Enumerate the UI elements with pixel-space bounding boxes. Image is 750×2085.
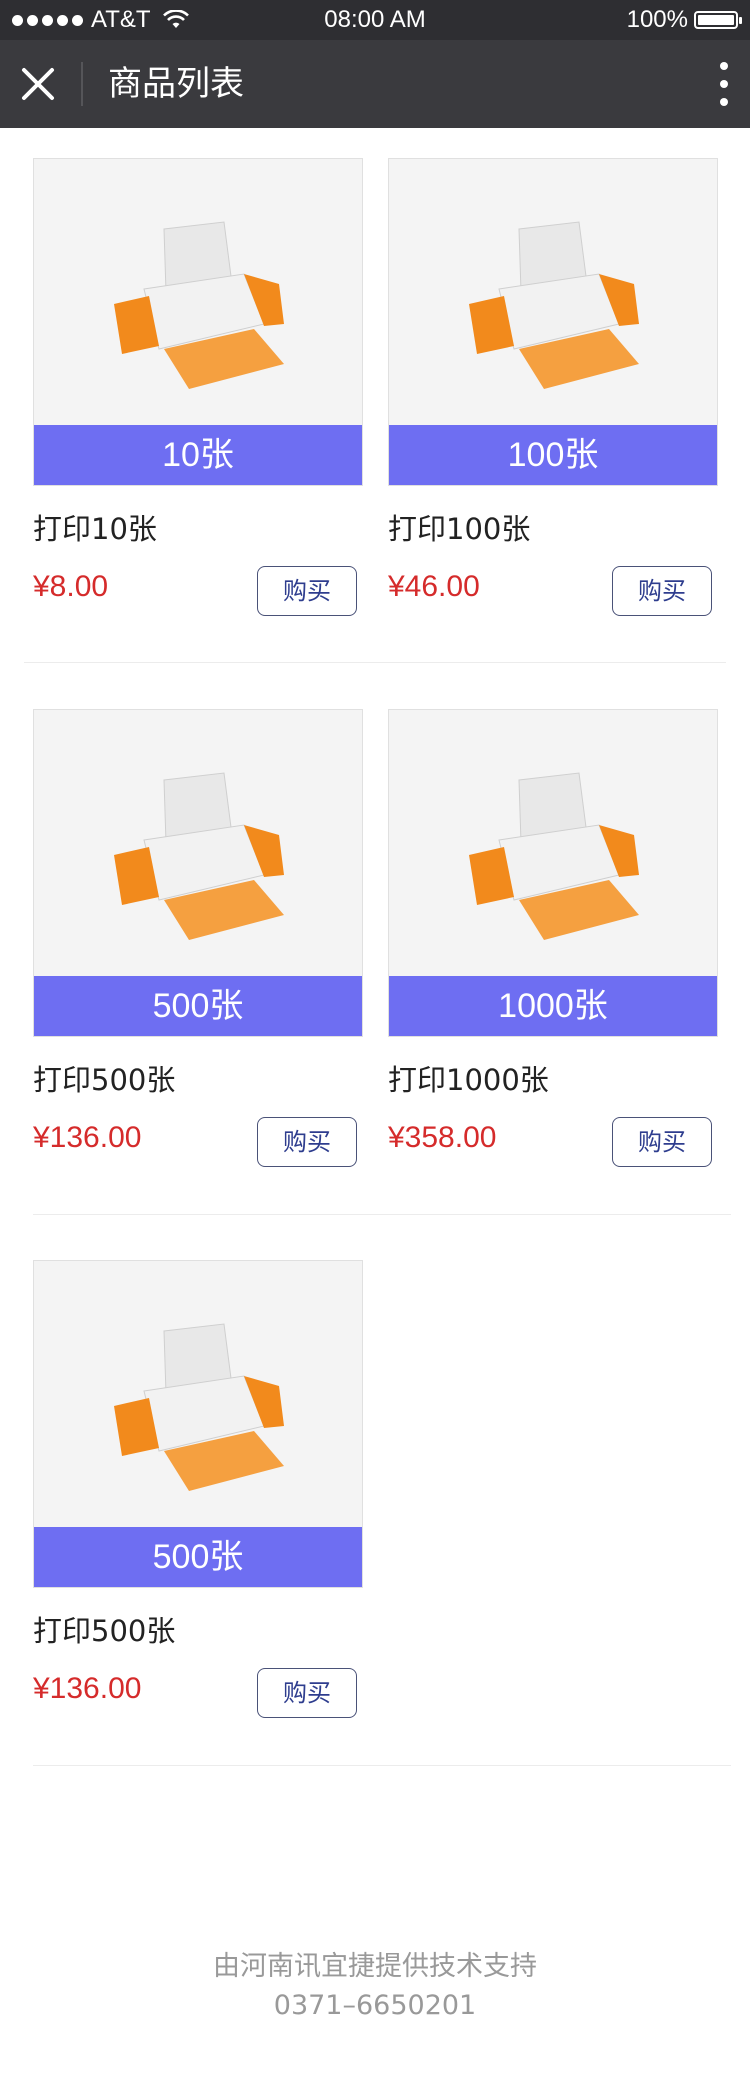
page-title: 商品列表	[108, 64, 244, 104]
quantity-banner: 100张	[389, 425, 717, 485]
status-bar: AT&T 08:00 AM 100%	[0, 0, 750, 40]
product-image[interactable]: 500张	[33, 1260, 363, 1588]
product-name: 打印500张	[33, 1614, 176, 1648]
nav-divider	[81, 62, 83, 106]
nav-bar: 商品列表	[0, 40, 750, 128]
product-price: ¥46.00	[388, 570, 480, 603]
quantity-banner: 500张	[34, 976, 362, 1036]
buy-button[interactable]: 购买	[257, 566, 357, 616]
product-image[interactable]: 500张	[33, 709, 363, 1037]
product-card[interactable]: 10张 打印10张 ¥8.00 购买	[33, 158, 363, 616]
product-name: 打印10张	[33, 512, 157, 546]
buy-button[interactable]: 购买	[612, 1117, 712, 1167]
product-card[interactable]: 500张 打印500张 ¥136.00 购买	[33, 1260, 363, 1718]
battery-icon	[694, 11, 742, 29]
buy-button[interactable]: 购买	[257, 1668, 357, 1718]
product-name: 打印1000张	[388, 1063, 549, 1097]
product-image[interactable]: 10张	[33, 158, 363, 486]
product-image[interactable]: 100张	[388, 158, 718, 486]
printer-icon	[469, 772, 639, 940]
product-card[interactable]: 100张 打印100张 ¥46.00 购买	[388, 158, 718, 616]
printer-icon	[114, 221, 284, 389]
more-icon[interactable]	[714, 62, 734, 106]
product-name: 打印100张	[388, 512, 531, 546]
buy-button[interactable]: 购买	[612, 566, 712, 616]
product-image[interactable]: 1000张	[388, 709, 718, 1037]
status-right: 100%	[626, 6, 742, 34]
printer-icon	[114, 772, 284, 940]
printer-icon	[469, 221, 639, 389]
quantity-banner: 1000张	[389, 976, 717, 1036]
product-name: 打印500张	[33, 1063, 176, 1097]
product-card[interactable]: 1000张 打印1000张 ¥358.00 购买	[388, 709, 718, 1167]
battery-label: 100%	[626, 6, 688, 33]
product-price: ¥8.00	[33, 570, 109, 603]
footer-support-text: 由河南讯宜捷提供技术支持	[213, 1951, 537, 1982]
quantity-banner: 10张	[34, 425, 362, 485]
quantity-banner: 500张	[34, 1527, 362, 1587]
product-price: ¥136.00	[33, 1672, 142, 1705]
product-price: ¥358.00	[388, 1121, 497, 1154]
buy-button[interactable]: 购买	[257, 1117, 357, 1167]
row-separator	[24, 662, 726, 663]
row-separator	[33, 1765, 731, 1766]
footer-phone: 0371–6650201	[273, 1990, 477, 2021]
product-price: ¥136.00	[33, 1121, 142, 1154]
row-separator	[33, 1214, 731, 1215]
product-card[interactable]: 500张 打印500张 ¥136.00 购买	[33, 709, 363, 1167]
close-icon[interactable]	[18, 64, 58, 104]
printer-icon	[114, 1323, 284, 1491]
